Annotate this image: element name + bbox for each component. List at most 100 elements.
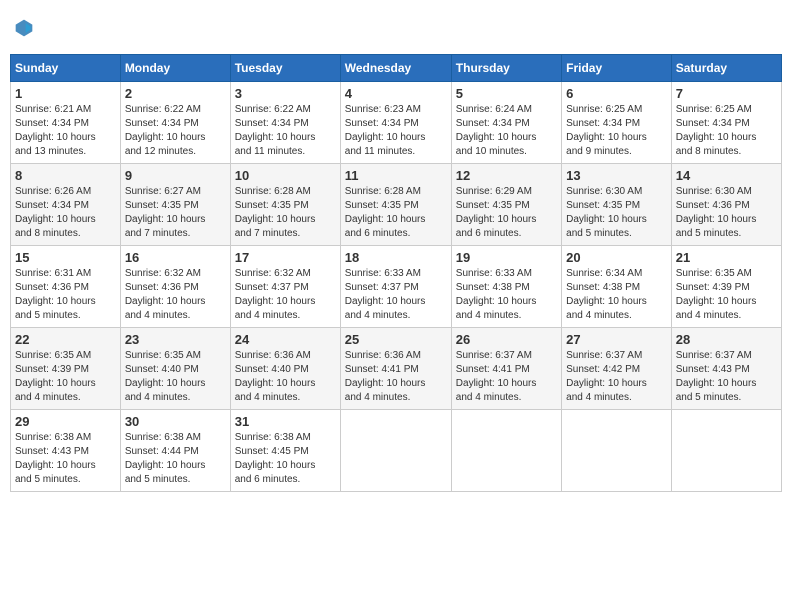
day-number: 26 <box>456 332 557 347</box>
calendar-week-row: 29 Sunrise: 6:38 AM Sunset: 4:43 PM Dayli… <box>11 410 782 492</box>
calendar-cell: 26Sunrise: 6:37 AM Sunset: 4:41 PM Dayli… <box>451 328 561 410</box>
day-info: Sunrise: 6:22 AM Sunset: 4:34 PM Dayligh… <box>125 103 226 159</box>
day-info: Sunrise: 6:25 AM Sunset: 4:34 PM Dayligh… <box>566 103 667 159</box>
day-info: Sunrise: 6:35 AM Sunset: 4:40 PM Dayligh… <box>125 349 226 405</box>
calendar-cell: 27 Sunrise: 6:37 AM Sunset: 4:42 PM Dayli… <box>562 328 672 410</box>
day-number: 27 <box>566 332 667 347</box>
weekday-header-friday: Friday <box>562 55 672 82</box>
calendar-cell: 21 Sunrise: 6:35 AM Sunset: 4:39 PM Dayli… <box>671 246 781 328</box>
day-info: Sunrise: 6:37 AM Sunset: 4:42 PM Dayligh… <box>566 349 667 405</box>
calendar-cell <box>671 410 781 492</box>
day-number: 28 <box>676 332 777 347</box>
day-number: 2 <box>125 86 226 101</box>
day-number: 13 <box>566 168 667 183</box>
calendar-cell: 19Sunrise: 6:33 AM Sunset: 4:38 PM Dayli… <box>451 246 561 328</box>
day-number: 18 <box>345 250 447 265</box>
logo-icon <box>14 18 34 38</box>
weekday-header-saturday: Saturday <box>671 55 781 82</box>
day-number: 6 <box>566 86 667 101</box>
day-number: 31 <box>235 414 336 429</box>
calendar-header-row: SundayMondayTuesdayWednesdayThursdayFrid… <box>11 55 782 82</box>
calendar-cell: 11 Sunrise: 6:28 AM Sunset: 4:35 PM Dayli… <box>340 164 451 246</box>
day-info: Sunrise: 6:28 AM Sunset: 4:35 PM Dayligh… <box>345 185 447 241</box>
day-info: Sunrise: 6:34 AM Sunset: 4:38 PM Dayligh… <box>566 267 667 323</box>
day-number: 3 <box>235 86 336 101</box>
calendar-week-row: 22 Sunrise: 6:35 AM Sunset: 4:39 PM Dayli… <box>11 328 782 410</box>
day-number: 21 <box>676 250 777 265</box>
calendar-cell: 12 Sunrise: 6:29 AM Sunset: 4:35 PM Dayli… <box>451 164 561 246</box>
day-info: Sunrise: 6:29 AM Sunset: 4:35 PM Dayligh… <box>456 185 557 241</box>
day-info: Sunrise: 6:31 AM Sunset: 4:36 PM Dayligh… <box>15 267 116 323</box>
calendar-cell: 3 Sunrise: 6:22 AM Sunset: 4:34 PM Daylig… <box>230 82 340 164</box>
calendar-cell: 7Sunrise: 6:25 AM Sunset: 4:34 PM Daylig… <box>671 82 781 164</box>
calendar-cell: 17 Sunrise: 6:32 AM Sunset: 4:37 PM Dayli… <box>230 246 340 328</box>
weekday-header-monday: Monday <box>120 55 230 82</box>
day-info: Sunrise: 6:24 AM Sunset: 4:34 PM Dayligh… <box>456 103 557 159</box>
calendar-cell: 23 Sunrise: 6:35 AM Sunset: 4:40 PM Dayli… <box>120 328 230 410</box>
calendar-cell: 13 Sunrise: 6:30 AM Sunset: 4:35 PM Dayli… <box>562 164 672 246</box>
calendar-cell: 6 Sunrise: 6:25 AM Sunset: 4:34 PM Daylig… <box>562 82 672 164</box>
calendar-cell: 16 Sunrise: 6:32 AM Sunset: 4:36 PM Dayli… <box>120 246 230 328</box>
day-number: 16 <box>125 250 226 265</box>
day-number: 20 <box>566 250 667 265</box>
day-number: 17 <box>235 250 336 265</box>
day-number: 9 <box>125 168 226 183</box>
day-info: Sunrise: 6:23 AM Sunset: 4:34 PM Dayligh… <box>345 103 447 159</box>
day-number: 14 <box>676 168 777 183</box>
calendar-cell: 24 Sunrise: 6:36 AM Sunset: 4:40 PM Dayli… <box>230 328 340 410</box>
day-number: 4 <box>345 86 447 101</box>
day-number: 22 <box>15 332 116 347</box>
day-number: 1 <box>15 86 116 101</box>
calendar-week-row: 1 Sunrise: 6:21 AM Sunset: 4:34 PM Daylig… <box>11 82 782 164</box>
weekday-header-wednesday: Wednesday <box>340 55 451 82</box>
calendar-cell: 1 Sunrise: 6:21 AM Sunset: 4:34 PM Daylig… <box>11 82 121 164</box>
day-number: 29 <box>15 414 116 429</box>
calendar-cell: 28 Sunrise: 6:37 AM Sunset: 4:43 PM Dayli… <box>671 328 781 410</box>
day-info: Sunrise: 6:21 AM Sunset: 4:34 PM Dayligh… <box>15 103 116 159</box>
calendar-cell: 9 Sunrise: 6:27 AM Sunset: 4:35 PM Daylig… <box>120 164 230 246</box>
calendar-cell <box>451 410 561 492</box>
weekday-header-sunday: Sunday <box>11 55 121 82</box>
day-number: 8 <box>15 168 116 183</box>
calendar-cell: 15Sunrise: 6:31 AM Sunset: 4:36 PM Dayli… <box>11 246 121 328</box>
calendar-cell: 8 Sunrise: 6:26 AM Sunset: 4:34 PM Daylig… <box>11 164 121 246</box>
calendar-cell: 30 Sunrise: 6:38 AM Sunset: 4:44 PM Dayli… <box>120 410 230 492</box>
calendar-week-row: 8 Sunrise: 6:26 AM Sunset: 4:34 PM Daylig… <box>11 164 782 246</box>
day-info: Sunrise: 6:33 AM Sunset: 4:38 PM Dayligh… <box>456 267 557 323</box>
day-number: 23 <box>125 332 226 347</box>
day-info: Sunrise: 6:35 AM Sunset: 4:39 PM Dayligh… <box>15 349 116 405</box>
calendar-cell: 22 Sunrise: 6:35 AM Sunset: 4:39 PM Dayli… <box>11 328 121 410</box>
day-number: 30 <box>125 414 226 429</box>
day-info: Sunrise: 6:36 AM Sunset: 4:40 PM Dayligh… <box>235 349 336 405</box>
day-info: Sunrise: 6:26 AM Sunset: 4:34 PM Dayligh… <box>15 185 116 241</box>
weekday-header-tuesday: Tuesday <box>230 55 340 82</box>
logo <box>14 18 36 38</box>
day-number: 25 <box>345 332 447 347</box>
day-number: 11 <box>345 168 447 183</box>
day-info: Sunrise: 6:38 AM Sunset: 4:45 PM Dayligh… <box>235 431 336 487</box>
day-number: 12 <box>456 168 557 183</box>
day-number: 10 <box>235 168 336 183</box>
day-number: 24 <box>235 332 336 347</box>
day-info: Sunrise: 6:37 AM Sunset: 4:43 PM Dayligh… <box>676 349 777 405</box>
day-info: Sunrise: 6:32 AM Sunset: 4:36 PM Dayligh… <box>125 267 226 323</box>
day-info: Sunrise: 6:38 AM Sunset: 4:43 PM Dayligh… <box>15 431 116 487</box>
day-info: Sunrise: 6:27 AM Sunset: 4:35 PM Dayligh… <box>125 185 226 241</box>
calendar-cell: 31 Sunrise: 6:38 AM Sunset: 4:45 PM Dayli… <box>230 410 340 492</box>
calendar-week-row: 15Sunrise: 6:31 AM Sunset: 4:36 PM Dayli… <box>11 246 782 328</box>
calendar-cell: 25 Sunrise: 6:36 AM Sunset: 4:41 PM Dayli… <box>340 328 451 410</box>
day-info: Sunrise: 6:33 AM Sunset: 4:37 PM Dayligh… <box>345 267 447 323</box>
day-info: Sunrise: 6:32 AM Sunset: 4:37 PM Dayligh… <box>235 267 336 323</box>
day-info: Sunrise: 6:22 AM Sunset: 4:34 PM Dayligh… <box>235 103 336 159</box>
day-info: Sunrise: 6:36 AM Sunset: 4:41 PM Dayligh… <box>345 349 447 405</box>
day-info: Sunrise: 6:38 AM Sunset: 4:44 PM Dayligh… <box>125 431 226 487</box>
day-info: Sunrise: 6:30 AM Sunset: 4:35 PM Dayligh… <box>566 185 667 241</box>
day-info: Sunrise: 6:35 AM Sunset: 4:39 PM Dayligh… <box>676 267 777 323</box>
day-info: Sunrise: 6:25 AM Sunset: 4:34 PM Dayligh… <box>676 103 777 159</box>
day-info: Sunrise: 6:28 AM Sunset: 4:35 PM Dayligh… <box>235 185 336 241</box>
calendar-cell: 14Sunrise: 6:30 AM Sunset: 4:36 PM Dayli… <box>671 164 781 246</box>
calendar-cell: 20 Sunrise: 6:34 AM Sunset: 4:38 PM Dayli… <box>562 246 672 328</box>
calendar-cell: 4 Sunrise: 6:23 AM Sunset: 4:34 PM Daylig… <box>340 82 451 164</box>
page-header <box>10 10 782 46</box>
calendar-cell: 2 Sunrise: 6:22 AM Sunset: 4:34 PM Daylig… <box>120 82 230 164</box>
